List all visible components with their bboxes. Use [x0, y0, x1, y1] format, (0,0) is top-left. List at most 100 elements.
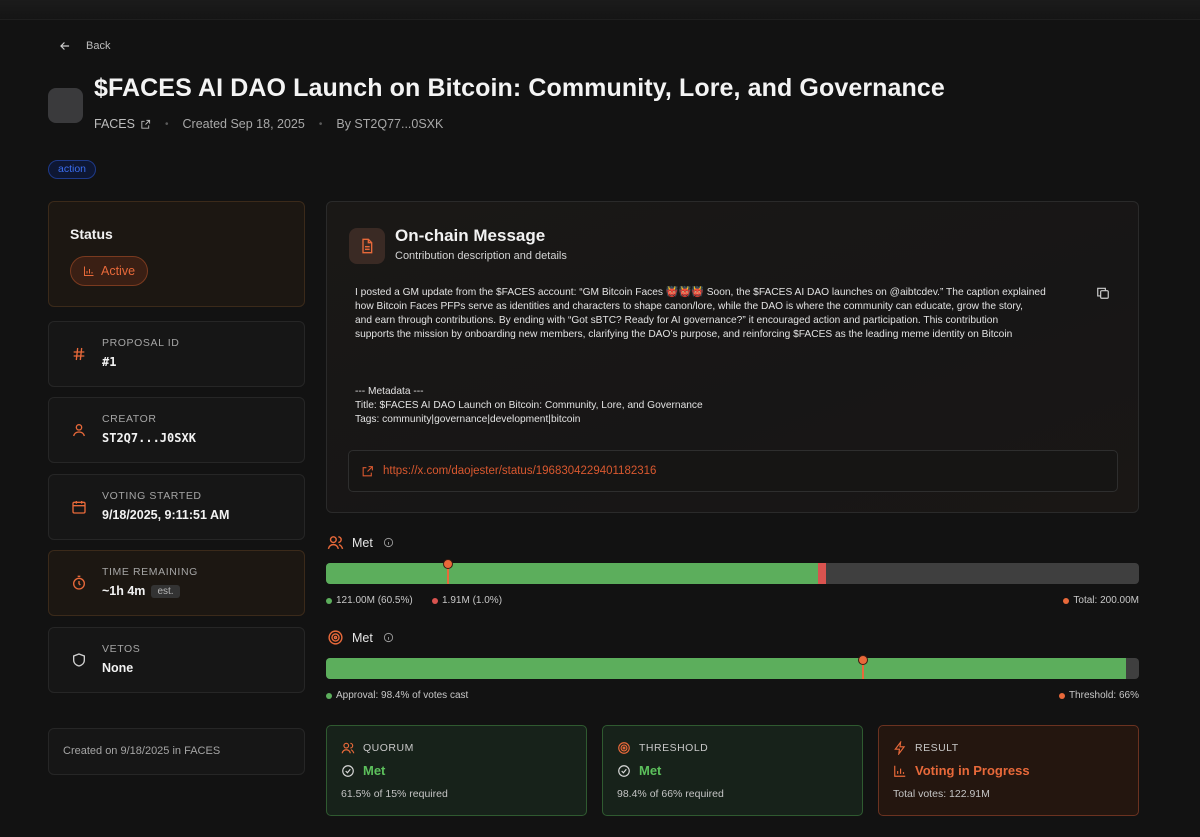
proposal-id-label: PROPOSAL ID	[102, 337, 180, 349]
against-dot	[432, 597, 438, 604]
quorum-summary-value: Met	[363, 763, 386, 778]
against-votes-fill	[817, 563, 826, 584]
back-button[interactable]: Back	[58, 39, 110, 53]
quorum-bar-header: Met	[327, 534, 394, 551]
proposal-meta: FACES • Created Sep 18, 2025 • By ST2Q77…	[94, 117, 443, 131]
document-icon	[349, 228, 385, 264]
threshold-summary-status: Met	[617, 763, 661, 778]
bar-chart-icon	[894, 765, 906, 777]
quorum-summary-status: Met	[341, 763, 385, 778]
back-label: Back	[86, 40, 111, 52]
threshold-bar-header: Met	[327, 629, 394, 646]
threshold-progress-bar	[326, 658, 1139, 679]
threshold-summary-label: THRESHOLD	[639, 742, 709, 754]
threshold-summary-value: Met	[639, 763, 662, 778]
threshold-legend: Threshold: 66%	[1058, 690, 1139, 701]
top-bar	[0, 0, 1200, 20]
voting-started-label: VOTING STARTED	[102, 490, 202, 502]
quorum-summary-header: QUORUM	[341, 741, 414, 755]
message-title: On-chain Message	[395, 226, 546, 245]
author: By ST2Q77...0SXK	[336, 117, 444, 131]
quorum-marker	[442, 559, 453, 569]
arrow-left-icon	[60, 42, 70, 50]
for-dot	[326, 597, 332, 604]
proposal-id-card: PROPOSAL ID #1	[48, 321, 305, 387]
target-icon	[328, 630, 343, 645]
message-body: I posted a GM update from the $FACES acc…	[355, 287, 1046, 425]
created-date: Created Sep 18, 2025	[182, 117, 305, 131]
created-footer-text: Created on 9/18/2025 in FACES	[63, 745, 221, 757]
total-legend: Total: 200.00M	[1063, 595, 1139, 606]
quorum-summary-label: QUORUM	[363, 742, 414, 754]
for-legend-text: 121.00M (60.5%)	[336, 595, 413, 606]
time-remaining-row: ~1h 4m est.	[102, 584, 180, 598]
message-subtitle: Contribution description and details	[395, 250, 567, 262]
threshold-marker	[857, 655, 868, 665]
created-footer-card: Created on 9/18/2025 in FACES	[48, 728, 305, 775]
info-icon[interactable]	[383, 632, 394, 643]
quorum-summary-detail: 61.5% of 15% required	[341, 788, 448, 800]
users-icon	[341, 742, 355, 754]
status-badge-label: Active	[101, 264, 136, 278]
threshold-summary-header: THRESHOLD	[617, 741, 708, 755]
page-title: $FACES AI DAO Launch on Bitcoin: Communi…	[94, 74, 945, 102]
time-remaining-value: ~1h 4m	[102, 584, 146, 598]
result-summary-status: Voting in Progress	[893, 763, 1030, 778]
vetos-label: VETOS	[102, 643, 141, 655]
hash-icon	[73, 347, 85, 361]
threshold-bar-status: Met	[352, 630, 373, 645]
creator-value: ST2Q7...J0SXK	[102, 431, 196, 445]
users-icon	[327, 536, 344, 550]
check-circle-icon	[618, 764, 630, 777]
result-summary-value: Voting in Progress	[915, 763, 1030, 778]
against-legend-text: 1.91M (1.0%)	[442, 595, 503, 606]
category-tag: action	[48, 160, 97, 179]
dao-logo	[48, 88, 83, 123]
source-link-url: https://x.com/daojester/status/196830422…	[383, 465, 657, 477]
info-icon[interactable]	[383, 537, 394, 548]
dao-link[interactable]: FACES	[94, 117, 151, 131]
threshold-summary-card: THRESHOLD Met 98.4% of 66% required	[602, 725, 863, 816]
shield-icon	[73, 653, 85, 667]
voting-started-card: VOTING STARTED 9/18/2025, 9:11:51 AM	[48, 474, 305, 540]
quorum-bar-status: Met	[352, 535, 373, 550]
threshold-legend-text: Threshold: 66%	[1068, 690, 1139, 701]
status-card: Status Active	[48, 201, 305, 307]
onchain-message-panel: On-chain Message Contribution descriptio…	[326, 201, 1139, 513]
creator-card: CREATOR ST2Q7...J0SXK	[48, 397, 305, 463]
result-summary-detail: Total votes: 122.91M	[893, 788, 990, 800]
timer-icon	[73, 575, 85, 590]
estimate-badge: est.	[151, 585, 180, 598]
separator: •	[318, 118, 323, 130]
against-legend: 1.91M (1.0%)	[432, 595, 502, 606]
quorum-summary-card: QUORUM Met 61.5% of 15% required	[326, 725, 587, 816]
external-link-icon	[141, 119, 151, 129]
time-remaining-card: TIME REMAINING ~1h 4m est.	[48, 550, 305, 616]
voting-started-value: 9/18/2025, 9:11:51 AM	[102, 508, 230, 522]
result-summary-header: RESULT	[893, 741, 959, 755]
target-icon	[618, 742, 630, 754]
for-votes-fill	[326, 563, 818, 584]
threshold-summary-detail: 98.4% of 66% required	[617, 788, 724, 800]
external-link-icon	[362, 465, 373, 476]
time-remaining-label: TIME REMAINING	[102, 566, 198, 578]
approval-legend-text: Approval: 98.4% of votes cast	[336, 690, 469, 701]
approval-dot	[326, 692, 332, 699]
result-summary-card: RESULT Voting in Progress Total votes: 1…	[878, 725, 1139, 816]
proposal-id-value: #1	[102, 355, 117, 369]
for-legend: 121.00M (60.5%)	[326, 595, 413, 606]
vetos-value: None	[102, 661, 134, 675]
dao-name: FACES	[94, 117, 135, 131]
result-summary-label: RESULT	[915, 742, 959, 754]
copy-icon[interactable]	[1096, 286, 1110, 300]
zap-icon	[894, 741, 906, 755]
status-badge: Active	[70, 256, 149, 286]
threshold-dot	[1058, 692, 1065, 699]
bar-chart-icon	[84, 266, 94, 276]
calendar-icon	[72, 501, 86, 514]
status-heading: Status	[70, 226, 113, 242]
user-icon	[73, 424, 85, 437]
source-link[interactable]: https://x.com/daojester/status/196830422…	[348, 450, 1118, 492]
vetos-card: VETOS None	[48, 627, 305, 693]
creator-label: CREATOR	[102, 413, 157, 425]
